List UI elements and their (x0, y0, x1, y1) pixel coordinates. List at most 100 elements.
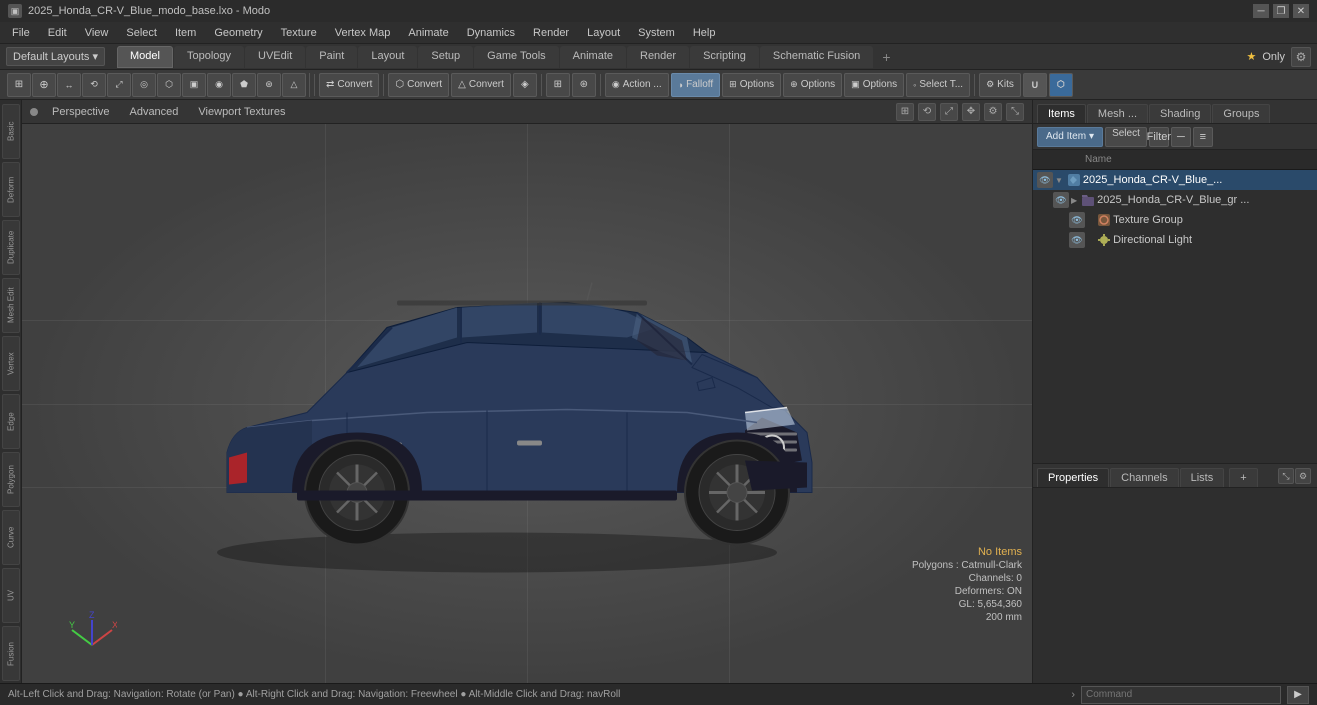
toolbar-icon-11[interactable]: ⊛ (257, 73, 281, 97)
tab-topology[interactable]: Topology (174, 46, 244, 68)
tab-animate[interactable]: Animate (560, 46, 626, 68)
prop-tab-channels[interactable]: Channels (1110, 468, 1178, 487)
viewport-fit-button[interactable]: ⊞ (896, 103, 914, 121)
convert-button-2[interactable]: ⬡ Convert (388, 73, 449, 97)
layout-settings-button[interactable]: ⚙ (1291, 47, 1311, 67)
maximize-button[interactable]: ❐ (1273, 4, 1289, 18)
sidebar-tab-mesh-edit[interactable]: Mesh Edit (2, 278, 20, 333)
tab-paint[interactable]: Paint (306, 46, 357, 68)
item-eye-4[interactable]: 👁 (1069, 232, 1085, 248)
tab-render[interactable]: Render (627, 46, 689, 68)
toolbar-icon-1[interactable]: ⊞ (7, 73, 31, 97)
panel-minus-button[interactable]: ─ (1171, 127, 1191, 147)
layout-dropdown[interactable]: Default Layouts ▾ (6, 47, 105, 66)
panel-tab-items[interactable]: Items (1037, 104, 1086, 123)
select-button[interactable]: Select (1105, 127, 1147, 147)
menu-edit[interactable]: Edit (40, 25, 75, 41)
options-button-1[interactable]: ⊞ Options (722, 73, 781, 97)
item-row-4[interactable]: 👁 ▶ Directional Light (1033, 230, 1317, 250)
toolbar-icon-2[interactable]: ⊕ (32, 73, 56, 97)
toolbar-icon-6[interactable]: ◎ (132, 73, 156, 97)
command-input[interactable] (1081, 686, 1281, 704)
convert-button-1[interactable]: ⇄ Convert (319, 73, 379, 97)
sidebar-tab-duplicate[interactable]: Duplicate (2, 220, 20, 275)
menu-select[interactable]: Select (118, 25, 165, 41)
viewport-maximize-button[interactable]: ⤡ (1006, 103, 1024, 121)
toolbar-icon-8[interactable]: ▣ (182, 73, 206, 97)
item-eye-3[interactable]: 👁 (1069, 212, 1085, 228)
prop-tab-lists[interactable]: Lists (1180, 468, 1225, 487)
menu-vertex-map[interactable]: Vertex Map (327, 25, 399, 41)
menu-item[interactable]: Item (167, 25, 204, 41)
menu-dynamics[interactable]: Dynamics (459, 25, 523, 41)
viewport-pan-button[interactable]: ✥ (962, 103, 980, 121)
toolbar-icon-sym[interactable]: ⊛ (572, 73, 596, 97)
prop-tab-properties[interactable]: Properties (1037, 468, 1109, 487)
tab-uvedit[interactable]: UVEdit (245, 46, 305, 68)
sidebar-tab-basic[interactable]: Basic (2, 104, 20, 159)
sidebar-tab-deform[interactable]: Deform (2, 162, 20, 217)
menu-file[interactable]: File (4, 25, 38, 41)
panel-tab-groups[interactable]: Groups (1212, 104, 1270, 123)
close-button[interactable]: ✕ (1293, 4, 1309, 18)
options-button-3[interactable]: ▣ Options (844, 73, 904, 97)
tab-setup[interactable]: Setup (418, 46, 473, 68)
select-button[interactable]: ◦ Select T... (906, 73, 970, 97)
convert-button-3[interactable]: △ Convert (451, 73, 511, 97)
titlebar-controls[interactable]: ─ ❐ ✕ (1253, 4, 1309, 18)
prop-gear-button[interactable]: ⚙ (1295, 468, 1311, 484)
menu-layout[interactable]: Layout (579, 25, 628, 41)
viewport-perspective-label[interactable]: Perspective (46, 104, 115, 120)
menu-animate[interactable]: Animate (400, 25, 456, 41)
viewport-canvas[interactable]: H (22, 124, 1032, 683)
item-row-2[interactable]: 👁 ▶ 2025_Honda_CR-V_Blue_gr ... (1033, 190, 1317, 210)
filter-button[interactable]: Filter (1149, 127, 1169, 147)
toolbar-icon-unreal[interactable]: U (1023, 73, 1047, 97)
tab-model[interactable]: Model (117, 46, 173, 68)
viewport-settings-button[interactable]: ⚙ (984, 103, 1002, 121)
item-eye-1[interactable]: 👁 (1037, 172, 1053, 188)
sidebar-tab-vertex[interactable]: Vertex (2, 336, 20, 391)
toolbar-icon-3[interactable]: ↔ (57, 73, 81, 97)
prop-tab-plus[interactable]: + (1229, 468, 1257, 487)
item-eye-2[interactable]: 👁 (1053, 192, 1069, 208)
viewport-rotate-button[interactable]: ⟲ (918, 103, 936, 121)
viewport[interactable]: Perspective Advanced Viewport Textures ⊞… (22, 100, 1032, 683)
panel-filter-icon[interactable]: ≡ (1193, 127, 1213, 147)
toolbar-icon-4[interactable]: ⟲ (82, 73, 106, 97)
toolbar-icon-ue[interactable]: ⬡ (1049, 73, 1073, 97)
sidebar-tab-curve[interactable]: Curve (2, 510, 20, 565)
item-row-1[interactable]: 👁 ▼ 2025_Honda_CR-V_Blue_... (1033, 170, 1317, 190)
viewport-zoom-button[interactable]: ⤢ (940, 103, 958, 121)
toolbar-icon-7[interactable]: ⬡ (157, 73, 181, 97)
prop-expand-button[interactable]: ⤡ (1278, 468, 1294, 484)
menu-geometry[interactable]: Geometry (206, 25, 270, 41)
command-run-button[interactable]: ▶ (1287, 686, 1309, 704)
sidebar-tab-uv[interactable]: UV (2, 568, 20, 623)
toolbar-icon-12[interactable]: △ (282, 73, 306, 97)
viewport-textures-label[interactable]: Viewport Textures (192, 104, 291, 120)
panel-tab-shading[interactable]: Shading (1149, 104, 1211, 123)
sidebar-tab-fusion[interactable]: Fusion (2, 626, 20, 681)
toolbar-icon-snap[interactable]: ⊞ (546, 73, 570, 97)
options-button-2[interactable]: ⊕ Options (783, 73, 842, 97)
menu-view[interactable]: View (77, 25, 117, 41)
toolbar-icon-5[interactable]: ⤢ (107, 73, 131, 97)
tab-scripting[interactable]: Scripting (690, 46, 759, 68)
tab-layout[interactable]: Layout (358, 46, 417, 68)
item-expand-2[interactable]: ▶ (1071, 196, 1077, 205)
sidebar-tab-edge[interactable]: Edge (2, 394, 20, 449)
tab-schematic-fusion[interactable]: Schematic Fusion (760, 46, 873, 68)
falloff-button[interactable]: ◑ Falloff (671, 73, 721, 97)
add-item-button[interactable]: Add Item ▾ (1037, 127, 1103, 147)
toolbar-icon-9[interactable]: ◉ (207, 73, 231, 97)
tab-game-tools[interactable]: Game Tools (474, 46, 559, 68)
menu-texture[interactable]: Texture (273, 25, 325, 41)
menu-render[interactable]: Render (525, 25, 577, 41)
item-expand-1[interactable]: ▼ (1055, 176, 1063, 185)
item-row-3[interactable]: 👁 ▶ Texture Group (1033, 210, 1317, 230)
viewport-advanced-label[interactable]: Advanced (123, 104, 184, 120)
sidebar-tab-polygon[interactable]: Polygon (2, 452, 20, 507)
toolbar-icon-mode[interactable]: ◈ (513, 73, 537, 97)
toolbar-icon-10[interactable]: ⬟ (232, 73, 256, 97)
